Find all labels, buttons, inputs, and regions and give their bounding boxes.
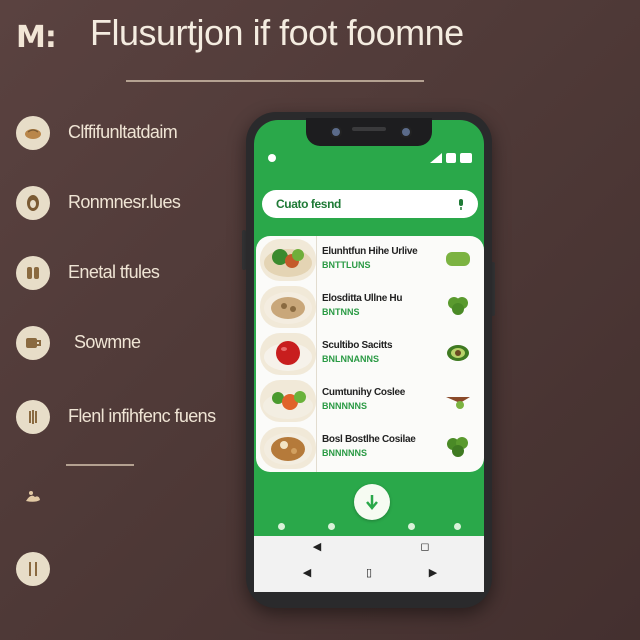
food-thumbnail [260,333,316,375]
speaker-grille [352,127,386,131]
broccoli-icon [448,297,468,315]
recent-apps-icon[interactable]: ◻ [418,540,432,554]
front-camera [330,126,342,138]
menu-item-5[interactable]: Flenl infihfenc fuens [12,396,242,440]
menu-item-label: Flenl infihfenc fuens [68,406,216,426]
item-subtitle: BNTNNS [322,307,360,317]
phone-notch [306,118,432,146]
grain-icon [16,256,50,290]
item-title: Cumtunihy Coslee [322,387,405,398]
item-subtitle: BNNNNNS [322,448,367,458]
signal-icon [430,153,442,163]
egg-icon [16,186,50,220]
food-thumbnail [260,380,316,422]
status-dot-icon [268,154,276,162]
list-item[interactable]: Bosl Bostlhe Cosilae BNNNNNS [256,424,484,471]
cup-icon [16,326,50,360]
item-title: Elosditta Ullne Hu [322,293,403,304]
search-bar[interactable]: Cuato fesnd [262,190,478,218]
list-item[interactable]: Scultibo Sacitts BNLNNANNS [256,330,484,377]
item-subtitle: BNTTLUNS [322,260,371,270]
indicator-dot [278,523,285,530]
list-item[interactable]: Elosditta Ullne Hu BNTNNS [256,283,484,330]
menu-item-label: Sowmne [74,332,141,352]
item-title: Bosl Bostlhe Cosilae [322,434,416,445]
list-item[interactable]: Elunhtfun Hihe Urlive BNTTLUNS [256,236,484,283]
food-list: Elunhtfun Hihe Urlive BNTTLUNS Elosditta… [256,236,484,472]
header-divider [126,80,424,82]
page-title: Flusurtjon if foot foomne [90,12,464,53]
rabbit-icon [16,480,50,514]
item-title: Elunhtfun Hihe Urlive [322,246,418,257]
menu-item-3[interactable]: Enetal tfules [12,252,242,296]
food-thumbnail [260,427,316,469]
menu-divider [66,464,134,466]
menu-item-6[interactable] [12,476,242,520]
arrow-down-icon [366,495,378,510]
mic-icon[interactable] [454,197,468,211]
status-bar [262,150,476,170]
system-nav-bar: ◀ ◻ ◀ ▯ ▶ [254,536,484,592]
battery-icon [460,153,472,163]
fork-icon [16,552,50,586]
menu-item-label: Ronmnesr.lues [68,192,181,212]
forward-icon[interactable]: ▶ [426,566,440,580]
search-input[interactable]: Cuato fesnd [276,197,341,211]
apple-icon [16,400,50,434]
green-pepper-icon [446,252,470,266]
indicator-dot [454,523,461,530]
indicator-dot [328,523,335,530]
bread-icon [16,116,50,150]
sensor [400,126,412,138]
download-button[interactable] [354,484,390,520]
item-subtitle: BNLNNANNS [322,354,379,364]
back-icon-secondary[interactable]: ◀ [300,566,314,580]
item-title: Scultibo Sacitts [322,340,393,351]
back-icon[interactable]: ◀ [310,540,324,554]
kale-icon [447,437,468,457]
page-indicator [262,520,476,534]
menu-item-label: Clffifunltatdaim [68,122,178,142]
avocado-icon [447,345,469,361]
menu-item-2[interactable]: Ronmnesr.lues [12,182,242,226]
list-item[interactable]: Cumtunihy Coslee BNNNNNS [256,377,484,424]
carrot-icon [446,397,470,409]
food-thumbnail [260,286,316,328]
item-subtitle: BNNNNNS [322,401,367,411]
indicator-dot [408,523,415,530]
menu-item-label: Enetal tfules [68,262,160,282]
menu-item-4[interactable]: Sowmne [12,322,242,366]
home-icon[interactable]: ▯ [362,566,376,580]
menu-item-7[interactable] [12,548,242,592]
menu-item-1[interactable]: Clffifunltatdaim [12,112,242,156]
app-logo: M: [16,20,57,55]
food-thumbnail [260,239,316,281]
wifi-icon [446,153,456,163]
